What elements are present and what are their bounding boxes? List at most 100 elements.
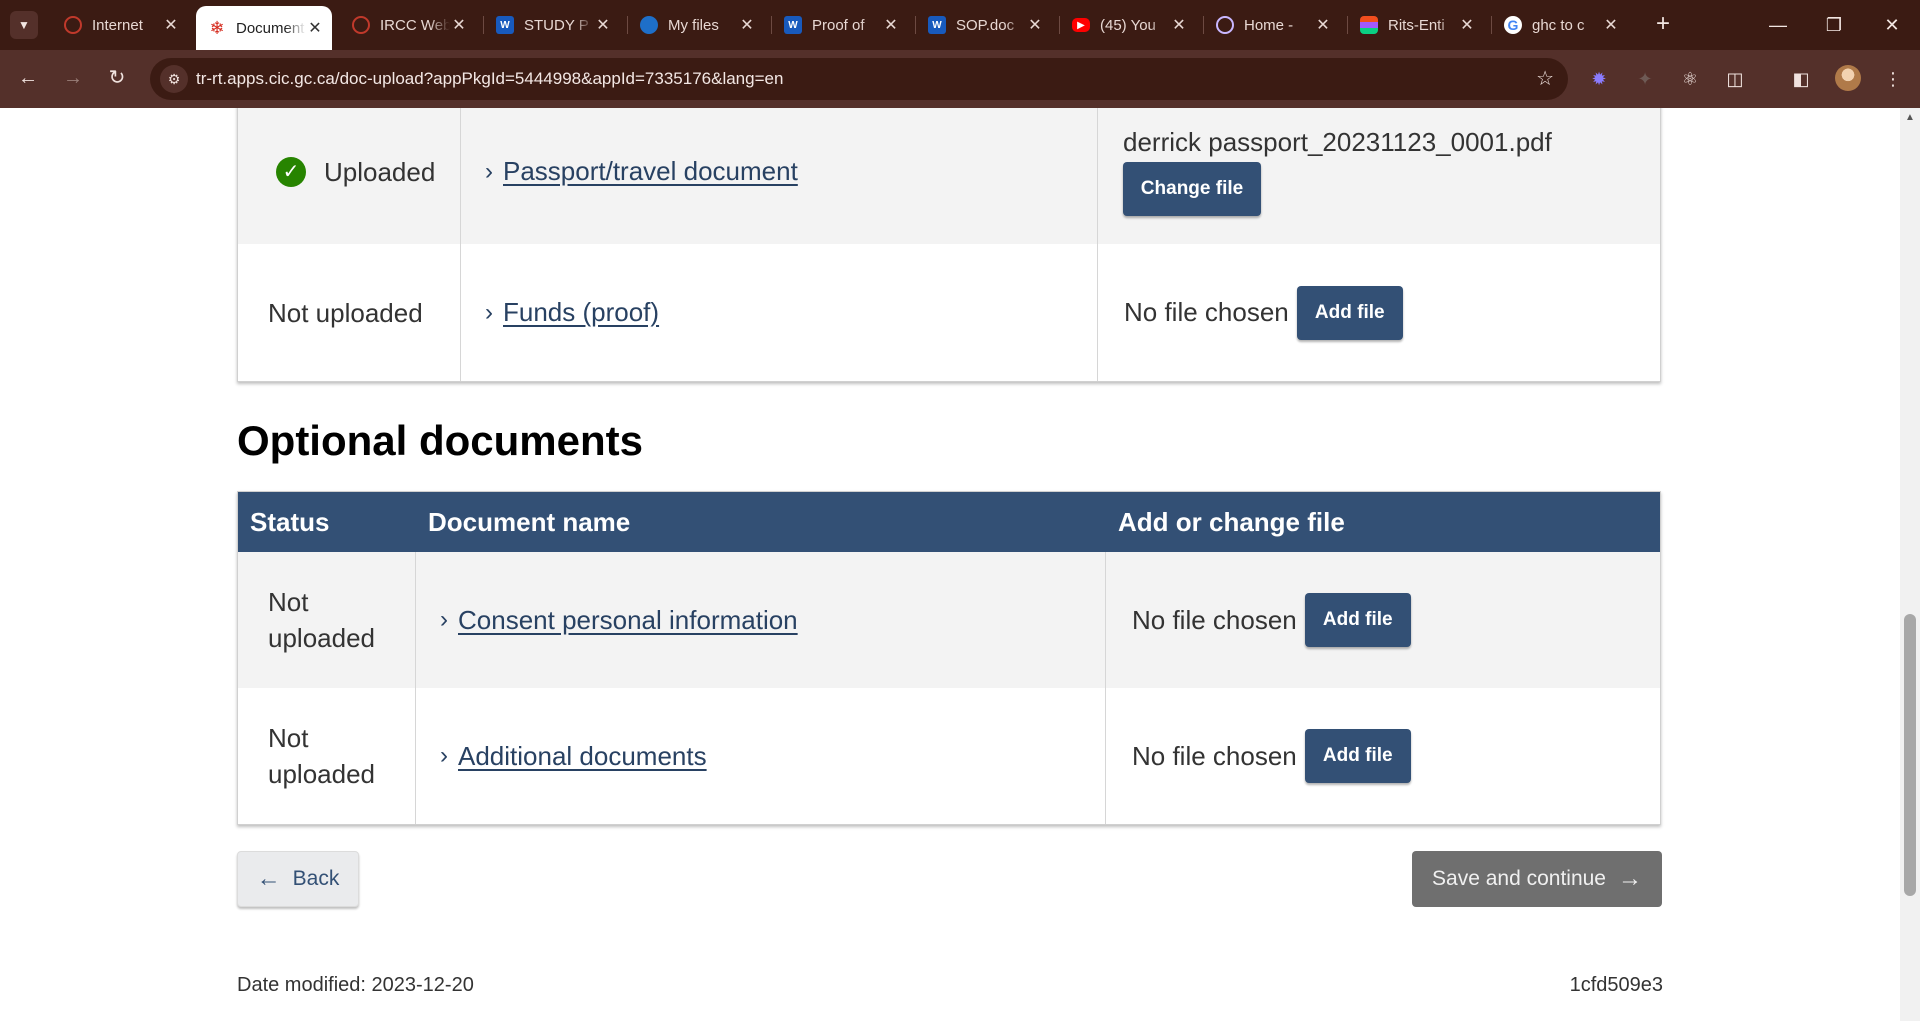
tab-youtube[interactable]: ▶ (45) You ✕ [1060, 8, 1196, 42]
word-icon: W [496, 16, 514, 34]
close-window-icon[interactable]: ✕ [1872, 10, 1912, 40]
add-file-button[interactable]: Add file [1296, 285, 1403, 340]
back-button[interactable]: ← Back [237, 851, 359, 907]
menu-dots-icon[interactable]: ⋮ [1880, 66, 1906, 92]
table-row: ✓ Uploaded › Passport/travel document de… [238, 108, 1660, 244]
status-text: Not uploaded [268, 723, 375, 789]
tab-search-button[interactable]: ▼ [10, 11, 38, 39]
close-icon[interactable]: ✕ [306, 18, 324, 38]
close-icon[interactable]: ✕ [1458, 15, 1476, 35]
maple-leaf-icon: ❄ [209, 17, 225, 38]
scroll-up-icon[interactable]: ▲ [1904, 112, 1916, 124]
scroll-thumb[interactable] [1904, 614, 1916, 896]
tab-title: Rits-Enti [1388, 16, 1445, 34]
google-icon: G [1504, 16, 1522, 34]
youtube-icon: ▶ [1072, 18, 1090, 32]
tab-proof[interactable]: W Proof of ✕ [772, 8, 908, 42]
chevron-right-icon: › [440, 742, 448, 769]
tab-ircc[interactable]: IRCC Web ✕ [340, 8, 476, 42]
tab-study[interactable]: W STUDY P ✕ [484, 8, 620, 42]
close-icon[interactable]: ✕ [882, 15, 900, 35]
tab-title: ghc to c [1532, 16, 1585, 34]
tab-strip: ▼ Internet ✕ ❄ Document ✕ IRCC Web ✕ W S… [0, 0, 1920, 50]
close-icon[interactable]: ✕ [1170, 15, 1188, 35]
close-icon[interactable]: ✕ [594, 15, 612, 35]
extensions-puzzle-icon[interactable]: ◫ [1722, 66, 1748, 92]
address-bar[interactable]: ⚙ tr-rt.apps.cic.gc.ca/doc-upload?appPkg… [150, 58, 1568, 100]
tab-google[interactable]: G ghc to c ✕ [1492, 8, 1628, 42]
tab-home[interactable]: Home - ✕ [1204, 8, 1340, 42]
add-file-button[interactable]: Add file [1304, 729, 1411, 783]
tab-title: My files [668, 16, 719, 34]
tab-title: Document [236, 19, 305, 37]
document-link[interactable]: Consent personal information [458, 605, 798, 636]
back-label: Back [292, 867, 340, 890]
side-panel-icon[interactable]: ◧ [1788, 66, 1814, 92]
document-link[interactable]: Funds (proof) [503, 297, 659, 328]
reload-icon[interactable]: ↻ [101, 62, 133, 94]
new-tab-button[interactable]: + [1650, 12, 1676, 38]
arrow-left-icon: ← [256, 865, 281, 892]
vertical-scrollbar[interactable]: ▲ [1900, 108, 1920, 1021]
close-icon[interactable]: ✕ [1602, 15, 1620, 35]
react-devtools-icon[interactable]: ⚛ [1677, 66, 1703, 92]
chevron-right-icon: › [485, 298, 493, 326]
table-header: Status Document name Add or change file [238, 492, 1660, 552]
profile-avatar[interactable] [1835, 65, 1861, 91]
table-row: Not uploaded › Additional documents No f… [238, 688, 1660, 824]
status-text: Not uploaded [268, 587, 375, 653]
file-name: No file chosen [1132, 604, 1297, 635]
forward-arrow-icon[interactable]: → [57, 62, 89, 94]
close-icon[interactable]: ✕ [1026, 15, 1044, 35]
close-icon[interactable]: ✕ [1314, 15, 1332, 35]
url-text[interactable]: tr-rt.apps.cic.gc.ca/doc-upload?appPkgId… [196, 69, 783, 89]
tab-my-files[interactable]: My files ✕ [628, 8, 764, 42]
tab-documents[interactable]: ❄ Document ✕ [196, 6, 332, 50]
extension-leaf-icon[interactable]: ✦ [1632, 66, 1658, 92]
document-link[interactable]: Additional documents [458, 741, 707, 772]
document-name-cell: › Passport/travel document [461, 108, 1098, 244]
status-cell: Not uploaded [238, 552, 416, 688]
document-name-cell: › Consent personal information [416, 552, 1106, 688]
onedrive-icon [640, 16, 658, 34]
tab-title: IRCC Web [380, 16, 450, 34]
close-icon[interactable]: ✕ [162, 15, 180, 35]
status-cell: ✓ Uploaded [238, 108, 461, 244]
column-header-document: Document name [428, 506, 631, 537]
document-name-cell: › Funds (proof) [461, 244, 1098, 381]
extension-sparkle-icon[interactable]: ✹ [1586, 66, 1612, 92]
checkmark-icon: ✓ [276, 156, 306, 187]
add-file-button[interactable]: Add file [1304, 593, 1411, 647]
document-name-cell: › Additional documents [416, 688, 1106, 824]
back-arrow-icon[interactable]: ← [12, 62, 44, 94]
tab-sop[interactable]: W SOP.doc ✕ [916, 8, 1052, 42]
table-row: Not uploaded › Consent personal informat… [238, 552, 1660, 688]
table-row: Not uploaded › Funds (proof) No file cho… [238, 244, 1660, 381]
change-file-button[interactable]: Change file [1123, 162, 1261, 216]
tab-rits[interactable]: Rits-Enti ✕ [1348, 8, 1484, 42]
minimize-icon[interactable]: — [1758, 10, 1798, 40]
status-text: Not uploaded [268, 297, 423, 328]
optional-documents-table: Status Document name Add or change file … [237, 491, 1661, 825]
file-cell: No file chosen Add file [1106, 688, 1660, 824]
chevron-right-icon: › [440, 606, 448, 633]
maple-leaf-red-icon [64, 16, 82, 34]
save-and-continue-button[interactable]: Save and continue → [1412, 851, 1662, 907]
site-icon [1216, 16, 1234, 34]
file-name: No file chosen [1132, 740, 1297, 771]
word-icon: W [784, 16, 802, 34]
close-icon[interactable]: ✕ [738, 15, 756, 35]
page-viewport: ✓ Uploaded › Passport/travel document de… [0, 108, 1900, 1021]
arrow-right-icon: → [1617, 865, 1642, 892]
bookmark-star-icon[interactable]: ☆ [1536, 66, 1554, 91]
close-icon[interactable]: ✕ [450, 15, 468, 35]
tab-internet[interactable]: Internet ✕ [52, 8, 188, 42]
section-title: Optional documents [237, 417, 644, 464]
file-name: derrick passport_20231123_0001.pdf [1123, 127, 1552, 157]
site-settings-icon[interactable]: ⚙ [160, 65, 188, 93]
tab-title: Home - [1244, 16, 1294, 34]
status-cell: Not uploaded [238, 244, 461, 381]
required-documents-table: ✓ Uploaded › Passport/travel document de… [237, 108, 1661, 382]
restore-icon[interactable]: ❐ [1814, 10, 1854, 40]
document-link[interactable]: Passport/travel document [503, 156, 798, 187]
